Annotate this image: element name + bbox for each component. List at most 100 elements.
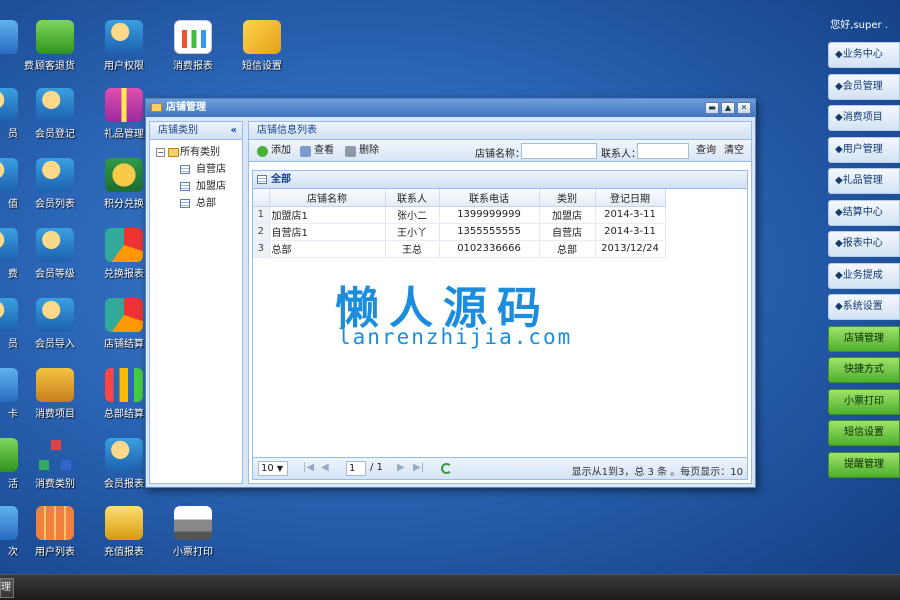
- right-menu-item[interactable]: 短信设置: [828, 420, 900, 446]
- store-toolbar: 添加 查看 删除 店铺名称： 联系人： 查询 清空: [249, 140, 751, 162]
- desktop-icon-consume-item[interactable]: 消费项目: [20, 368, 90, 420]
- tree-node-headquarters[interactable]: 总部: [156, 195, 242, 212]
- right-menu-item[interactable]: 快捷方式: [828, 357, 900, 383]
- refresh-icon[interactable]: [441, 463, 452, 474]
- user-add-icon: [36, 88, 74, 122]
- store-name-input[interactable]: [521, 143, 597, 159]
- app-icon: [0, 368, 18, 402]
- right-menu-item[interactable]: ◆会员管理: [828, 73, 900, 100]
- store-info-title: 店铺信息列表: [257, 125, 317, 136]
- col-category[interactable]: 类别: [539, 189, 596, 207]
- close-button[interactable]: ✕: [737, 102, 751, 114]
- right-menu-item[interactable]: 提醒管理: [828, 451, 900, 478]
- basket-icon: [36, 368, 74, 402]
- right-menu-item[interactable]: ◆系统设置: [828, 294, 900, 320]
- list-leaf-icon: [180, 199, 190, 208]
- category-tree: − 所有类别 自营店 加盟店 总部: [150, 140, 242, 212]
- desktop-icon-recharge-report[interactable]: 充值报表: [89, 506, 159, 558]
- trash-icon: [345, 146, 356, 157]
- grid-icon: [257, 175, 267, 184]
- tree-toggle-icon[interactable]: −: [156, 148, 165, 157]
- bar-chart-icon: [105, 368, 143, 402]
- right-menu-item[interactable]: ◆用户管理: [828, 136, 900, 163]
- first-page-icon[interactable]: |◀: [303, 462, 314, 473]
- user-icon: [0, 228, 18, 262]
- right-menu: ◆业务中心 ◆会员管理 ◆消费项目 ◆用户管理 ◆礼品管理 ◆结算中心 ◆报表中心 ◆业务提成…: [828, 42, 900, 483]
- desktop-icon-customer-return[interactable]: 顾客退货: [20, 20, 90, 72]
- col-contact[interactable]: 联系人: [385, 189, 440, 207]
- printer-icon: [174, 506, 212, 540]
- table-row[interactable]: 2 自营店1 王小丫 1355555555 自营店 2014-3-11: [253, 223, 666, 241]
- user-level-icon: [36, 228, 74, 262]
- desktop-icon-user-permission[interactable]: 用户权限: [89, 20, 159, 72]
- col-rownum: [253, 189, 270, 207]
- right-menu-item[interactable]: ◆结算中心: [828, 199, 900, 226]
- minimize-button[interactable]: ▬: [705, 102, 719, 114]
- right-menu-item[interactable]: ◆业务中心: [828, 42, 900, 68]
- add-button[interactable]: 添加: [257, 144, 291, 158]
- greeting-text: 您好,super .: [830, 20, 888, 31]
- desktop-icon-receipt-print[interactable]: 小票打印: [158, 506, 228, 558]
- col-register-date[interactable]: 登记日期: [595, 189, 666, 207]
- window-titlebar[interactable]: 店铺管理 ▬ ▲ ✕: [146, 99, 755, 117]
- right-menu-item[interactable]: 店铺管理: [828, 325, 900, 352]
- return-arrow-icon: [36, 20, 74, 54]
- grid-pager: 10 ▼ |◀ ◀ 1 / 1 ▶ ▶| 显示从1到3，总 3 条 。每页显示：…: [253, 457, 747, 479]
- view-icon: [300, 146, 311, 157]
- next-page-icon[interactable]: ▶: [397, 462, 405, 473]
- folder-icon: [151, 103, 162, 112]
- page-size-select[interactable]: 10 ▼: [258, 461, 288, 476]
- user-report-icon: [105, 438, 143, 472]
- tree-node-all[interactable]: − 所有类别: [156, 144, 242, 161]
- desktop-icon-consume-category[interactable]: 消费类别: [20, 438, 90, 490]
- view-button[interactable]: 查看: [300, 144, 334, 158]
- store-name-label: 店铺名称：: [475, 149, 525, 160]
- category-panel-header: 店铺类别 «: [150, 122, 242, 140]
- desktop-icon-member-import[interactable]: 会员导入: [20, 298, 90, 350]
- taskbar-window-button[interactable]: 理: [0, 578, 14, 598]
- col-store-name[interactable]: 店铺名称: [269, 189, 386, 207]
- col-phone[interactable]: 联系电话: [439, 189, 540, 207]
- user-icon: [0, 88, 18, 122]
- mail-gear-icon: [243, 20, 281, 54]
- maximize-button[interactable]: ▲: [721, 102, 735, 114]
- desktop-icon-consume-report[interactable]: 消费报表: [158, 20, 228, 72]
- desktop-icon-sms-settings[interactable]: 短信设置: [227, 20, 297, 72]
- table-row[interactable]: 3 总部 王总 0102336666 总部 2013/12/24: [253, 240, 666, 258]
- category-panel: 店铺类别 « − 所有类别 自营店 加盟店 总部: [149, 121, 243, 484]
- clear-button[interactable]: 清空: [721, 143, 747, 159]
- last-page-icon[interactable]: ▶|: [413, 462, 424, 473]
- store-table: 店铺名称 联系人 联系电话 类别 登记日期 1 加盟店1 张小二 1399999: [253, 189, 666, 258]
- gift-icon: [105, 88, 143, 122]
- page-number-input[interactable]: 1: [346, 461, 366, 476]
- right-menu-item[interactable]: 小票打印: [828, 388, 900, 415]
- user-list-icon: [36, 158, 74, 192]
- app-icon: [0, 506, 18, 540]
- right-menu-item[interactable]: ◆消费项目: [828, 105, 900, 131]
- tree-node-self-operated[interactable]: 自营店: [156, 161, 242, 178]
- pie-chart-icon: [105, 228, 143, 262]
- money-icon: [105, 158, 143, 192]
- desktop-icon-member-list[interactable]: 会员列表: [20, 158, 90, 210]
- collapse-icon[interactable]: «: [231, 122, 237, 139]
- table-row[interactable]: 1 加盟店1 张小二 1399999999 加盟店 2014-3-11: [253, 206, 666, 224]
- grid-header: 全部: [253, 171, 747, 189]
- category-panel-title: 店铺类别: [158, 125, 198, 136]
- contact-input[interactable]: [637, 143, 689, 159]
- prev-page-icon[interactable]: ◀: [321, 462, 329, 473]
- desktop-icon-member-level[interactable]: 会员等级: [20, 228, 90, 280]
- chevron-down-icon: ▼: [276, 464, 284, 473]
- right-menu-item[interactable]: ◆报表中心: [828, 231, 900, 257]
- user-icon: [0, 158, 18, 192]
- folder-open-icon: [168, 148, 179, 157]
- watermark-url: lanrenzhijia.com: [338, 325, 573, 349]
- delete-button[interactable]: 删除: [345, 144, 379, 158]
- desktop-icon-member-register[interactable]: 会员登记: [20, 88, 90, 140]
- right-menu-item[interactable]: ◆业务提成: [828, 262, 900, 289]
- window-title: 店铺管理: [166, 102, 206, 113]
- grid-icon: [36, 506, 74, 540]
- tree-node-franchise[interactable]: 加盟店: [156, 178, 242, 195]
- query-button[interactable]: 查询: [693, 143, 719, 159]
- right-menu-item[interactable]: ◆礼品管理: [828, 168, 900, 194]
- desktop-icon-user-list[interactable]: 用户列表: [20, 506, 90, 558]
